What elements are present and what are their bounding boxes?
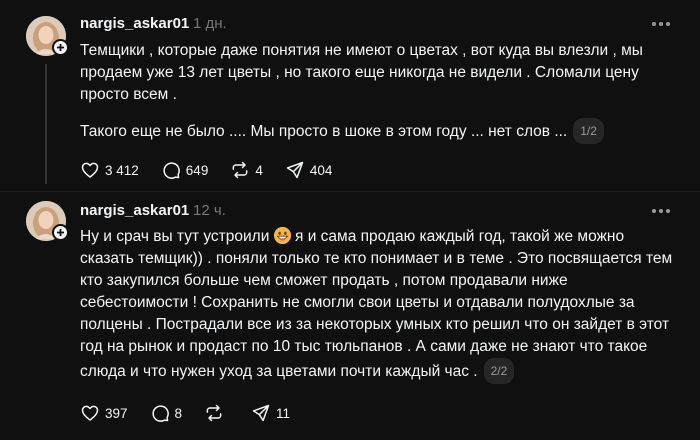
post-time: 1 дн.	[193, 15, 227, 32]
username[interactable]: nargis_askar01	[80, 15, 189, 32]
repost-icon	[206, 404, 222, 422]
like-button[interactable]: 3 412	[80, 160, 139, 180]
post-text-start: Ну и срач вы тут устроили	[80, 228, 274, 245]
post-paragraph-2: Такого еще не было .... Мы просто в шоке…	[80, 118, 680, 144]
like-count: 3 412	[105, 162, 139, 178]
comment-icon	[163, 162, 180, 179]
heart-icon	[81, 162, 99, 178]
comment-icon	[151, 405, 169, 422]
page-counter: 2/2	[483, 358, 515, 384]
comment-button[interactable]: 8	[150, 403, 183, 423]
grinning-face-emoji	[273, 227, 291, 244]
post-time: 12 ч.	[193, 202, 226, 219]
comment-button[interactable]: 649	[161, 160, 209, 180]
repost-button[interactable]	[204, 403, 229, 423]
share-button[interactable]: 404	[285, 160, 333, 180]
post-divider	[0, 191, 700, 192]
more-icon[interactable]	[652, 22, 670, 26]
thread-line	[45, 64, 47, 184]
post-text-rest: я и сама продаю каждый год, такой же мож…	[80, 228, 673, 380]
share-icon	[286, 161, 304, 179]
like-count: 397	[105, 405, 128, 421]
comment-count: 649	[185, 162, 209, 178]
comment-count: 8	[174, 405, 183, 421]
follow-plus-icon[interactable]	[52, 39, 69, 56]
share-count: 404	[309, 162, 333, 178]
share-button[interactable]: 11	[251, 403, 290, 423]
repost-button[interactable]: 4	[230, 160, 263, 180]
more-icon[interactable]	[652, 209, 670, 213]
repost-icon	[232, 161, 248, 179]
post-paragraph-text: Такого еще не было .... Мы просто в шоке…	[80, 123, 568, 140]
post-paragraph: Темщики , которые даже понятия не имеют …	[80, 42, 643, 103]
repost-count: 4	[255, 162, 263, 178]
post-actions: 3 412 649 4 404	[80, 159, 354, 181]
share-icon	[252, 404, 270, 422]
page-counter: 1/2	[573, 118, 604, 144]
username[interactable]: nargis_askar01	[80, 202, 189, 219]
post-actions: 397 8 11	[80, 402, 312, 424]
post-text: Темщики , которые даже понятия не имеют …	[80, 40, 680, 144]
like-button[interactable]: 397	[80, 403, 128, 423]
follow-plus-icon[interactable]	[52, 224, 69, 241]
heart-icon	[81, 405, 99, 421]
post-text: Ну и срач вы тут устроили я и сама прода…	[80, 226, 680, 384]
share-count: 11	[276, 405, 291, 421]
